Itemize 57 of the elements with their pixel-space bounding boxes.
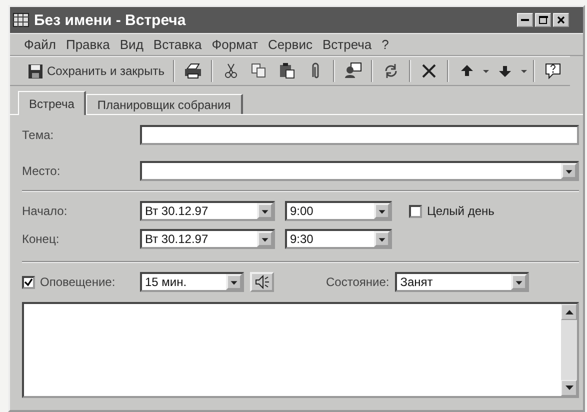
printer-icon [184, 62, 202, 80]
people-icon [344, 62, 362, 80]
dropdown-button[interactable] [257, 203, 273, 219]
maximize-icon [538, 15, 548, 25]
caret-icon [521, 70, 528, 72]
field-label: Состояние: [326, 275, 390, 289]
date-field[interactable]: Вт 30.12.97 [140, 201, 275, 221]
maximize-button[interactable] [535, 13, 551, 27]
tab[interactable]: Встреча [18, 91, 86, 115]
caret-icon [483, 70, 490, 72]
reminder-checkbox[interactable]: Оповещение: [22, 275, 140, 289]
scrollbar[interactable] [561, 304, 577, 396]
time-field[interactable]: 9:30 [285, 229, 392, 249]
menu-item[interactable]: Вид [120, 37, 144, 52]
paste-icon [278, 62, 296, 80]
up-arrow-icon [564, 309, 574, 315]
dropdown-button[interactable] [561, 163, 577, 179]
speaker-icon [254, 275, 270, 289]
check-icon [24, 278, 33, 286]
menu-item[interactable]: Вставка [153, 37, 202, 52]
window-title: Без имени - Встреча [34, 12, 186, 28]
menu-item[interactable]: Формат [212, 37, 258, 52]
field-label: Начало: [22, 204, 68, 218]
status-field[interactable]: Занят [395, 272, 530, 292]
save-and-close-button[interactable]: Сохранить и закрыть [24, 59, 168, 83]
sound-button[interactable] [250, 272, 274, 292]
help-icon [544, 62, 562, 80]
close-button[interactable] [553, 13, 569, 27]
menu-item[interactable]: Файл [24, 37, 56, 52]
tab[interactable]: Планировщик собрания [86, 94, 243, 114]
minimize-button[interactable] [517, 13, 533, 27]
dropdown-button[interactable] [226, 274, 242, 290]
field-label: Конец: [22, 232, 60, 246]
close-icon [556, 15, 566, 25]
dropdown-button[interactable] [374, 203, 390, 219]
floppy-icon [28, 64, 43, 78]
menu-item[interactable]: Встреча [322, 37, 372, 52]
field-label: Тема: [22, 128, 55, 142]
menu-item[interactable]: ? [382, 37, 389, 52]
dropdown-button[interactable] [257, 231, 273, 247]
location-field[interactable] [140, 161, 579, 181]
time-field[interactable]: 9:00 [285, 201, 392, 221]
all-day-checkbox[interactable]: Целый день [409, 204, 494, 218]
delete-icon [420, 62, 438, 80]
notes-field[interactable] [22, 302, 579, 398]
menu-item[interactable]: Правка [66, 37, 110, 52]
reminder-time-field[interactable]: 15 мин. [140, 272, 244, 292]
copy-icon [250, 62, 268, 80]
calendar-icon [13, 13, 29, 27]
menu-item[interactable]: Сервис [268, 37, 312, 52]
dropdown-button[interactable] [511, 274, 528, 290]
field-label: Место: [22, 164, 62, 178]
dropdown-button[interactable] [374, 231, 390, 247]
date-field[interactable]: Вт 30.12.97 [140, 229, 275, 249]
minimize-icon [521, 19, 529, 21]
subject-field[interactable] [140, 125, 579, 145]
down-arrow-icon [564, 385, 574, 391]
